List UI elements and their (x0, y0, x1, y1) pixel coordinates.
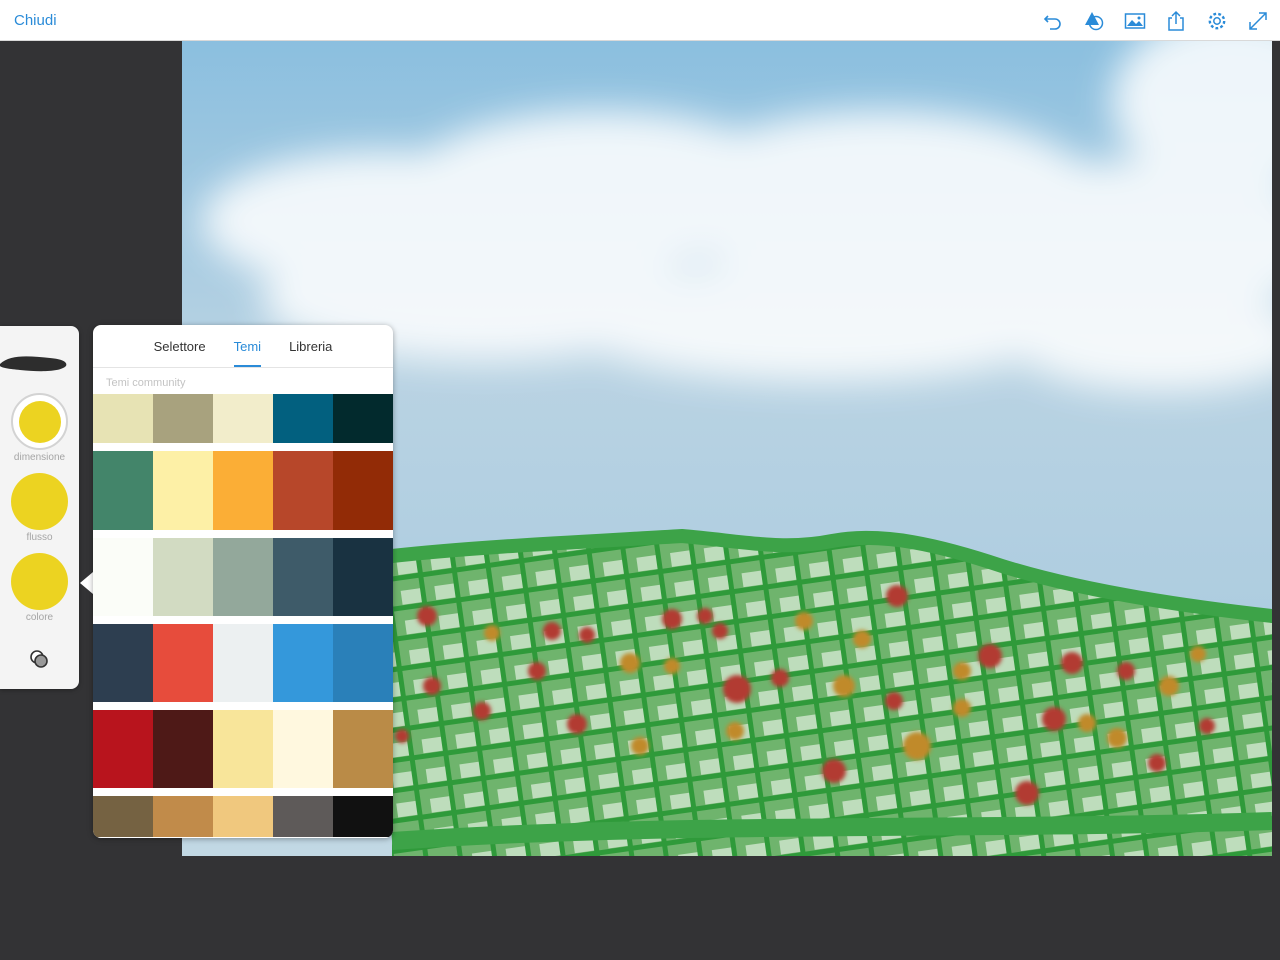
size-label: dimensione (13, 452, 66, 463)
theme-row[interactable] (93, 796, 393, 837)
color-swatch[interactable] (333, 394, 393, 443)
color-swatch[interactable] (213, 710, 273, 788)
layers-icon[interactable] (28, 648, 50, 670)
fullscreen-button[interactable] (1246, 9, 1270, 33)
shapes-button[interactable] (1082, 9, 1106, 33)
color-swatch[interactable] (333, 796, 393, 837)
color-swatch[interactable] (273, 451, 333, 530)
undo-icon (1043, 15, 1061, 30)
theme-list (93, 394, 393, 838)
color-swatch[interactable] (273, 796, 333, 837)
flow-slider[interactable] (11, 473, 68, 530)
color-swatch[interactable] (153, 451, 213, 530)
color-swatch[interactable] (93, 624, 153, 702)
color-swatch[interactable] (213, 394, 273, 443)
tab-libreria[interactable]: Libreria (275, 325, 346, 367)
close-button[interactable]: Chiudi (14, 12, 57, 29)
color-swatch[interactable] (153, 624, 213, 702)
color-swatch[interactable] (273, 710, 333, 788)
tab-selettore[interactable]: Selettore (140, 325, 220, 367)
theme-row[interactable] (93, 710, 393, 788)
tabs-divider (93, 367, 393, 368)
color-swatch[interactable] (273, 624, 333, 702)
top-bar: Chiudi (0, 0, 1280, 41)
color-tabs: Selettore Temi Libreria (93, 325, 393, 367)
theme-row[interactable] (93, 451, 393, 530)
fullscreen-icon (1249, 12, 1267, 30)
color-swatch[interactable] (93, 796, 153, 837)
tab-temi[interactable]: Temi (220, 325, 275, 367)
color-button[interactable] (11, 553, 68, 610)
theme-row[interactable] (93, 538, 393, 616)
shapes-icon (1085, 12, 1104, 31)
color-swatch[interactable] (213, 538, 273, 616)
section-label: Temi community (106, 377, 186, 389)
color-swatch[interactable] (213, 624, 273, 702)
color-swatch[interactable] (213, 451, 273, 530)
brush-panel: dimensione flusso colore (0, 326, 79, 689)
color-swatch[interactable] (333, 538, 393, 616)
settings-button[interactable] (1205, 9, 1229, 33)
theme-row[interactable] (93, 624, 393, 702)
color-popover: Selettore Temi Libreria Temi community (93, 325, 393, 838)
image-icon (1124, 13, 1146, 29)
toolbar (1041, 8, 1270, 34)
color-swatch[interactable] (93, 451, 153, 530)
size-preview-dot (18, 400, 61, 443)
color-swatch[interactable] (333, 710, 393, 788)
color-swatch[interactable] (153, 796, 213, 837)
color-swatch[interactable] (273, 538, 333, 616)
size-slider[interactable] (11, 393, 68, 450)
undo-button[interactable] (1041, 9, 1065, 33)
color-swatch[interactable] (93, 710, 153, 788)
color-swatch[interactable] (93, 538, 153, 616)
theme-row[interactable] (93, 394, 393, 443)
color-swatch[interactable] (153, 394, 213, 443)
settings-icon (1208, 12, 1226, 30)
color-swatch[interactable] (153, 710, 213, 788)
popover-pointer (80, 572, 93, 594)
image-button[interactable] (1123, 9, 1147, 33)
share-icon (1168, 10, 1184, 31)
color-swatch[interactable] (333, 624, 393, 702)
color-label: colore (25, 612, 54, 623)
color-swatch[interactable] (153, 538, 213, 616)
color-swatch[interactable] (93, 394, 153, 443)
brush-preview[interactable] (0, 346, 70, 376)
share-button[interactable] (1164, 9, 1188, 33)
color-swatch[interactable] (273, 394, 333, 443)
flow-label: flusso (26, 532, 53, 543)
color-swatch[interactable] (213, 796, 273, 837)
color-swatch[interactable] (333, 451, 393, 530)
